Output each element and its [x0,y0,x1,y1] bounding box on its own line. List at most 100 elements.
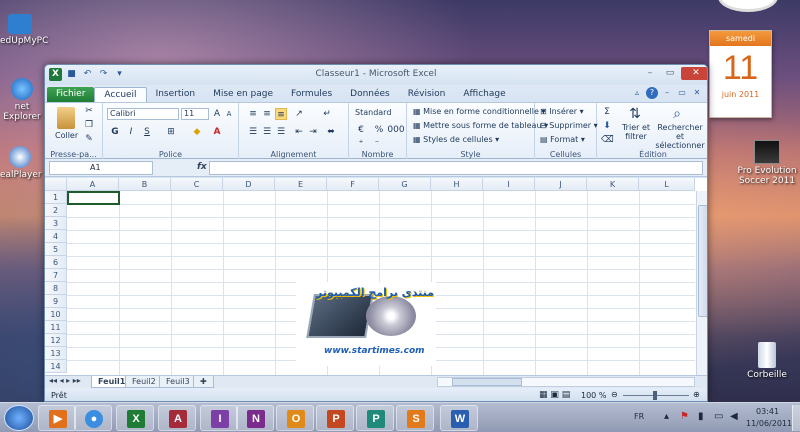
thousands-button[interactable]: 000 [387,124,405,136]
delete-cells-button[interactable]: ⊟ Supprimer ▾ [540,121,598,130]
sheet-nav-arrows[interactable]: ◂◂ ◂ ▸ ▸▸ [49,376,81,385]
formula-input[interactable] [209,161,703,175]
desktop-icon-pes2011[interactable]: Pro Evolution Soccer 2011 [736,140,798,186]
tab-fichier[interactable]: Fichier [47,87,95,102]
insert-sheet-icon[interactable]: ✚ [193,376,214,388]
tab-insertion[interactable]: Insertion [147,87,205,102]
clock-date[interactable]: 11/06/2011 [746,419,792,428]
zoom-level[interactable]: 100 % [581,391,606,400]
column-header[interactable]: D [223,178,275,191]
column-header[interactable]: L [639,178,695,191]
align-right-icon[interactable]: ☰ [275,126,287,138]
battery-icon[interactable]: ▭ [714,411,723,422]
row-header[interactable]: 1 [45,191,67,204]
taskbar-app-media-player[interactable]: ▶ [38,405,76,431]
paste-button[interactable]: Coller [55,131,78,140]
minimize-icon[interactable]: – [641,67,659,80]
column-header[interactable]: E [275,178,327,191]
percent-button[interactable]: % [373,124,385,136]
format-cells-button[interactable]: ▤ Format ▾ [540,135,585,144]
row-header[interactable]: 4 [45,230,67,243]
decrease-decimal-icon[interactable]: ⁻ [371,138,383,150]
desktop-icon-realplayer[interactable]: ealPlayer [0,146,42,180]
cut-icon[interactable]: ✂ [83,105,95,117]
format-painter-icon[interactable]: ✎ [83,133,95,145]
action-center-icon[interactable]: ⚑ [680,411,689,422]
number-format-select[interactable]: Standard [353,108,403,120]
row-header[interactable]: 9 [45,295,67,308]
tab-revision[interactable]: Révision [399,87,455,102]
decrease-indent-icon[interactable]: ⇤ [293,126,305,138]
row-header[interactable]: 3 [45,217,67,230]
tab-accueil[interactable]: Accueil [94,87,147,102]
currency-icon[interactable]: € [355,124,367,136]
tab-formules[interactable]: Formules [282,87,341,102]
horizontal-scrollbar[interactable] [437,377,695,387]
row-header[interactable]: 8 [45,282,67,295]
find-icon[interactable]: ⌕ [669,106,685,122]
column-header[interactable]: K [587,178,639,191]
taskbar-app-onenote[interactable]: N [236,405,274,431]
row-header[interactable]: 10 [45,308,67,321]
active-cell-a1[interactable] [67,191,120,205]
taskbar-app-excel[interactable]: X [116,405,154,431]
taskbar-app-outlook[interactable]: O [276,405,314,431]
cell-styles-button[interactable]: ▦ Styles de cellules ▾ [413,135,499,144]
autosum-icon[interactable]: Σ [601,106,613,118]
fill-color-icon[interactable]: ◆ [191,126,203,138]
underline-button[interactable]: S [141,126,153,138]
select-all-corner[interactable] [45,178,67,191]
merge-center-icon[interactable]: ⬌ [325,126,337,138]
paste-icon[interactable] [57,107,75,129]
taskbar-app-word[interactable]: W [440,405,478,431]
sheet-tab-feuil2[interactable]: Feuil2 [125,376,163,388]
sort-filter-button[interactable]: Trier et filtrer [621,123,651,141]
zoom-out-icon[interactable]: ⊖ [611,390,618,399]
show-hidden-icons-icon[interactable]: ▴ [664,411,669,422]
column-header[interactable]: I [483,178,535,191]
column-header[interactable]: H [431,178,483,191]
increase-indent-icon[interactable]: ⇥ [307,126,319,138]
font-color-icon[interactable]: A [211,126,223,138]
increase-decimal-icon[interactable]: ⁺ [355,138,367,150]
name-box[interactable]: A1 [49,161,153,175]
column-header[interactable]: F [327,178,379,191]
font-name-select[interactable]: Calibri [107,108,179,120]
format-as-table-button[interactable]: ▦ Mettre sous forme de tableau ▾ [413,121,548,130]
desktop-icon-recycle-bin[interactable]: Corbeille [742,342,792,380]
taskbar-app-publisher[interactable]: P [356,405,394,431]
taskbar-app-sharepoint[interactable]: S [396,405,434,431]
tab-donnees[interactable]: Données [341,87,399,102]
tab-mise-en-page[interactable]: Mise en page [204,87,282,102]
bold-button[interactable]: G [109,126,121,138]
font-size-select[interactable]: 11 [181,108,209,120]
grow-font-icon[interactable]: A [211,108,223,120]
zoom-in-icon[interactable]: ⊕ [693,390,700,399]
shrink-font-icon[interactable]: A [223,108,235,120]
taskbar-app-powerpoint[interactable]: P [316,405,354,431]
column-header[interactable]: C [171,178,223,191]
sheet-tab-feuil3[interactable]: Feuil3 [159,376,197,388]
clear-icon[interactable]: ⌫ [601,134,614,146]
vertical-scrollbar[interactable] [696,191,707,375]
italic-button[interactable]: I [125,126,137,138]
help-icon[interactable]: ? [646,87,658,99]
copy-icon[interactable]: ❐ [83,119,95,131]
insert-cells-button[interactable]: ⊞ Insérer ▾ [540,107,584,116]
row-header[interactable]: 12 [45,334,67,347]
maximize-icon[interactable]: ▭ [661,67,679,80]
column-header[interactable]: J [535,178,587,191]
taskbar-app-chrome[interactable]: ● [74,405,112,431]
align-bottom-icon[interactable]: ≡ [275,108,287,120]
tab-affichage[interactable]: Affichage [454,87,514,102]
language-indicator[interactable]: FR [634,412,644,421]
horizontal-scroll-thumb[interactable] [452,378,522,386]
find-select-button[interactable]: Rechercher et sélectionner [653,123,707,150]
volume-icon[interactable]: ◀ [730,411,738,422]
row-header[interactable]: 2 [45,204,67,217]
insert-function-button[interactable]: fx [197,162,207,172]
view-buttons[interactable]: ▦ ▣ ▤ [539,390,570,400]
calendar-gadget[interactable]: samedi 11 juin 2011 [709,30,772,118]
doc-close-icon[interactable]: ✕ [691,87,703,99]
zoom-slider-thumb[interactable] [653,391,657,400]
